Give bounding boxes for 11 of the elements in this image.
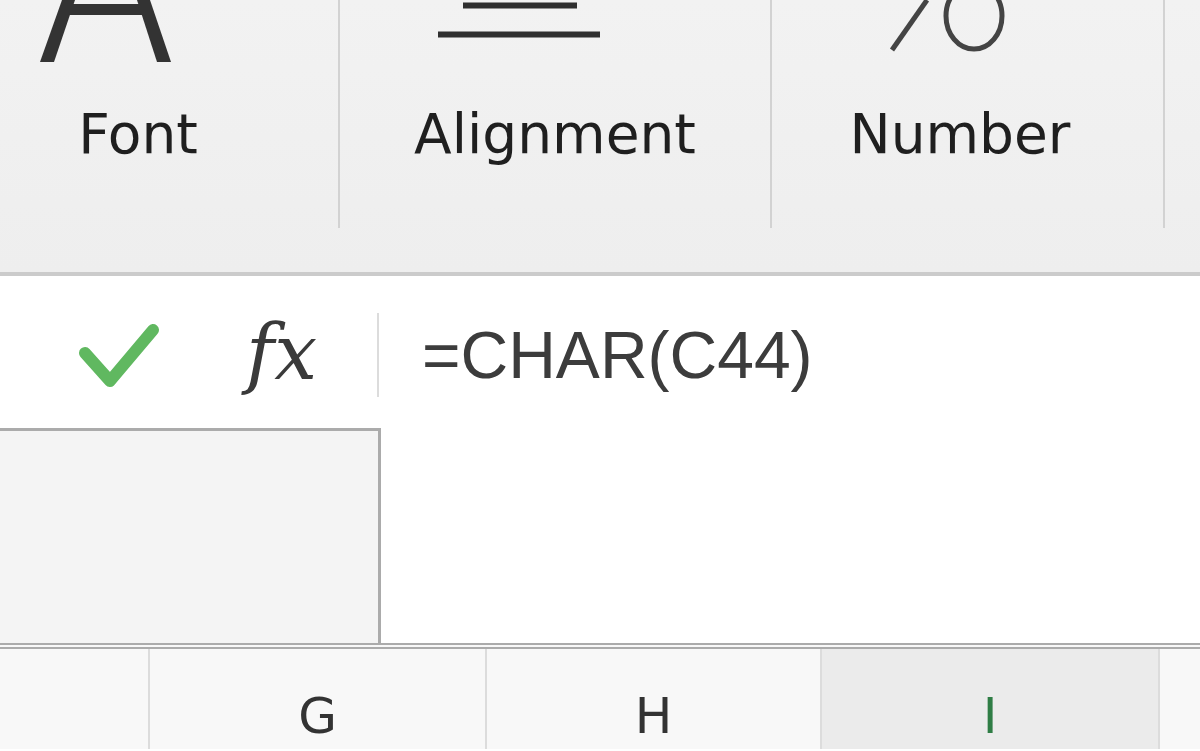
column-header[interactable]: I xyxy=(822,649,1160,749)
align-center-icon xyxy=(438,0,600,40)
formula-field[interactable]: =CHAR(C44) xyxy=(381,276,1200,643)
insert-function-button[interactable]: fx xyxy=(236,307,321,403)
letter-a-icon xyxy=(39,0,171,62)
percent-icon xyxy=(888,0,1006,52)
ribbon-group-button[interactable]: Number xyxy=(849,0,1071,162)
name-box[interactable] xyxy=(0,428,381,643)
ribbon-group-button[interactable]: Font xyxy=(39,0,237,162)
checkmark-icon xyxy=(78,322,160,388)
enter-button[interactable] xyxy=(78,322,160,388)
